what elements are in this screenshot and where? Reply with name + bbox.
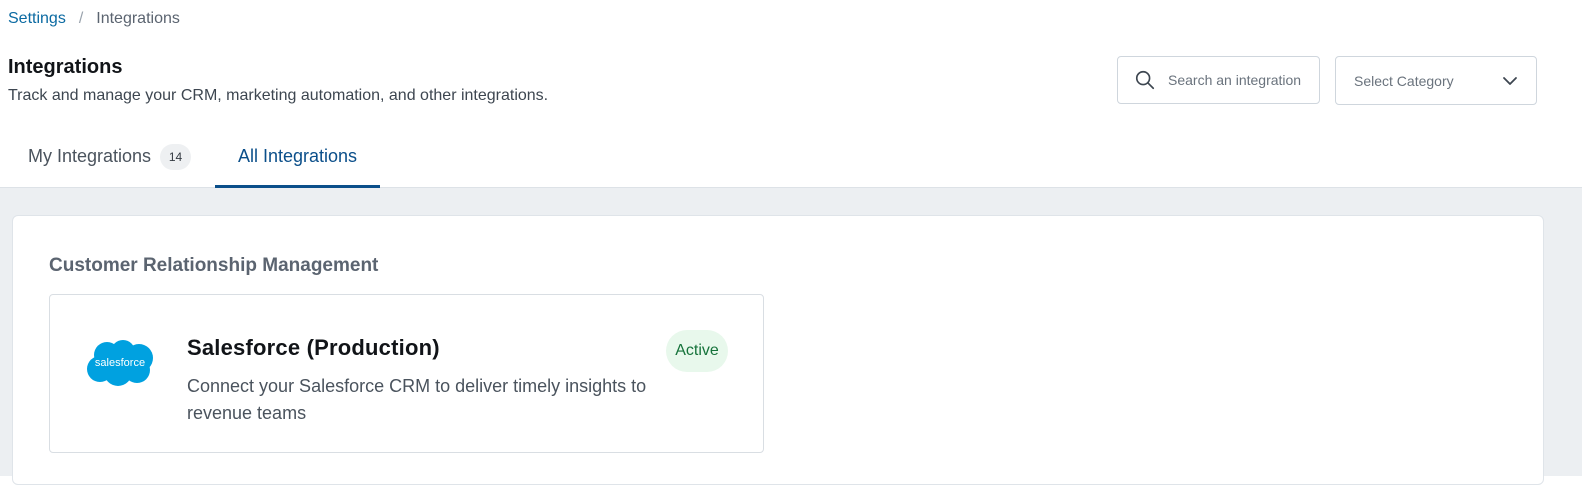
page-title: Integrations <box>8 56 123 78</box>
tab-my-integrations-label: My Integrations <box>28 146 152 166</box>
integration-name: Salesforce (Production) <box>187 335 440 360</box>
tab-my-integrations[interactable]: My Integrations 14 <box>28 126 192 187</box>
tab-bar: My Integrations 14 All Integrations <box>0 126 1582 188</box>
content-area: Customer Relationship Management salesfo… <box>0 188 1582 485</box>
salesforce-logo-text: salesforce <box>95 357 145 369</box>
search-icon <box>1135 70 1155 90</box>
integration-count-badge: 14 <box>160 143 192 170</box>
section-title: Customer Relationship Management <box>49 255 379 276</box>
tab-all-integrations[interactable]: All Integrations <box>215 126 380 188</box>
status-badge: Active <box>666 330 728 372</box>
search-box[interactable] <box>1117 56 1320 104</box>
breadcrumb-separator: / <box>78 10 84 27</box>
category-select[interactable]: Select Category <box>1335 56 1537 105</box>
integration-description: Connect your Salesforce CRM to deliver t… <box>187 376 647 423</box>
page-subtitle: Track and manage your CRM, marketing aut… <box>8 87 549 104</box>
page-header: Settings / Integrations Integrations Tra… <box>0 0 1582 188</box>
search-input[interactable] <box>1168 57 1308 103</box>
integration-card-salesforce[interactable]: salesforce Salesforce (Production) Conne… <box>49 294 764 453</box>
salesforce-logo: salesforce <box>87 340 153 386</box>
tab-all-integrations-label: All Integrations <box>237 146 358 166</box>
breadcrumb: Settings / Integrations <box>8 9 180 29</box>
breadcrumb-settings-link[interactable]: Settings <box>8 9 66 29</box>
category-select-value: Select Category <box>1354 72 1454 89</box>
chevron-down-icon <box>1503 76 1517 85</box>
breadcrumb-current: Integrations <box>96 10 180 27</box>
integrations-panel: Customer Relationship Management salesfo… <box>12 215 1544 485</box>
